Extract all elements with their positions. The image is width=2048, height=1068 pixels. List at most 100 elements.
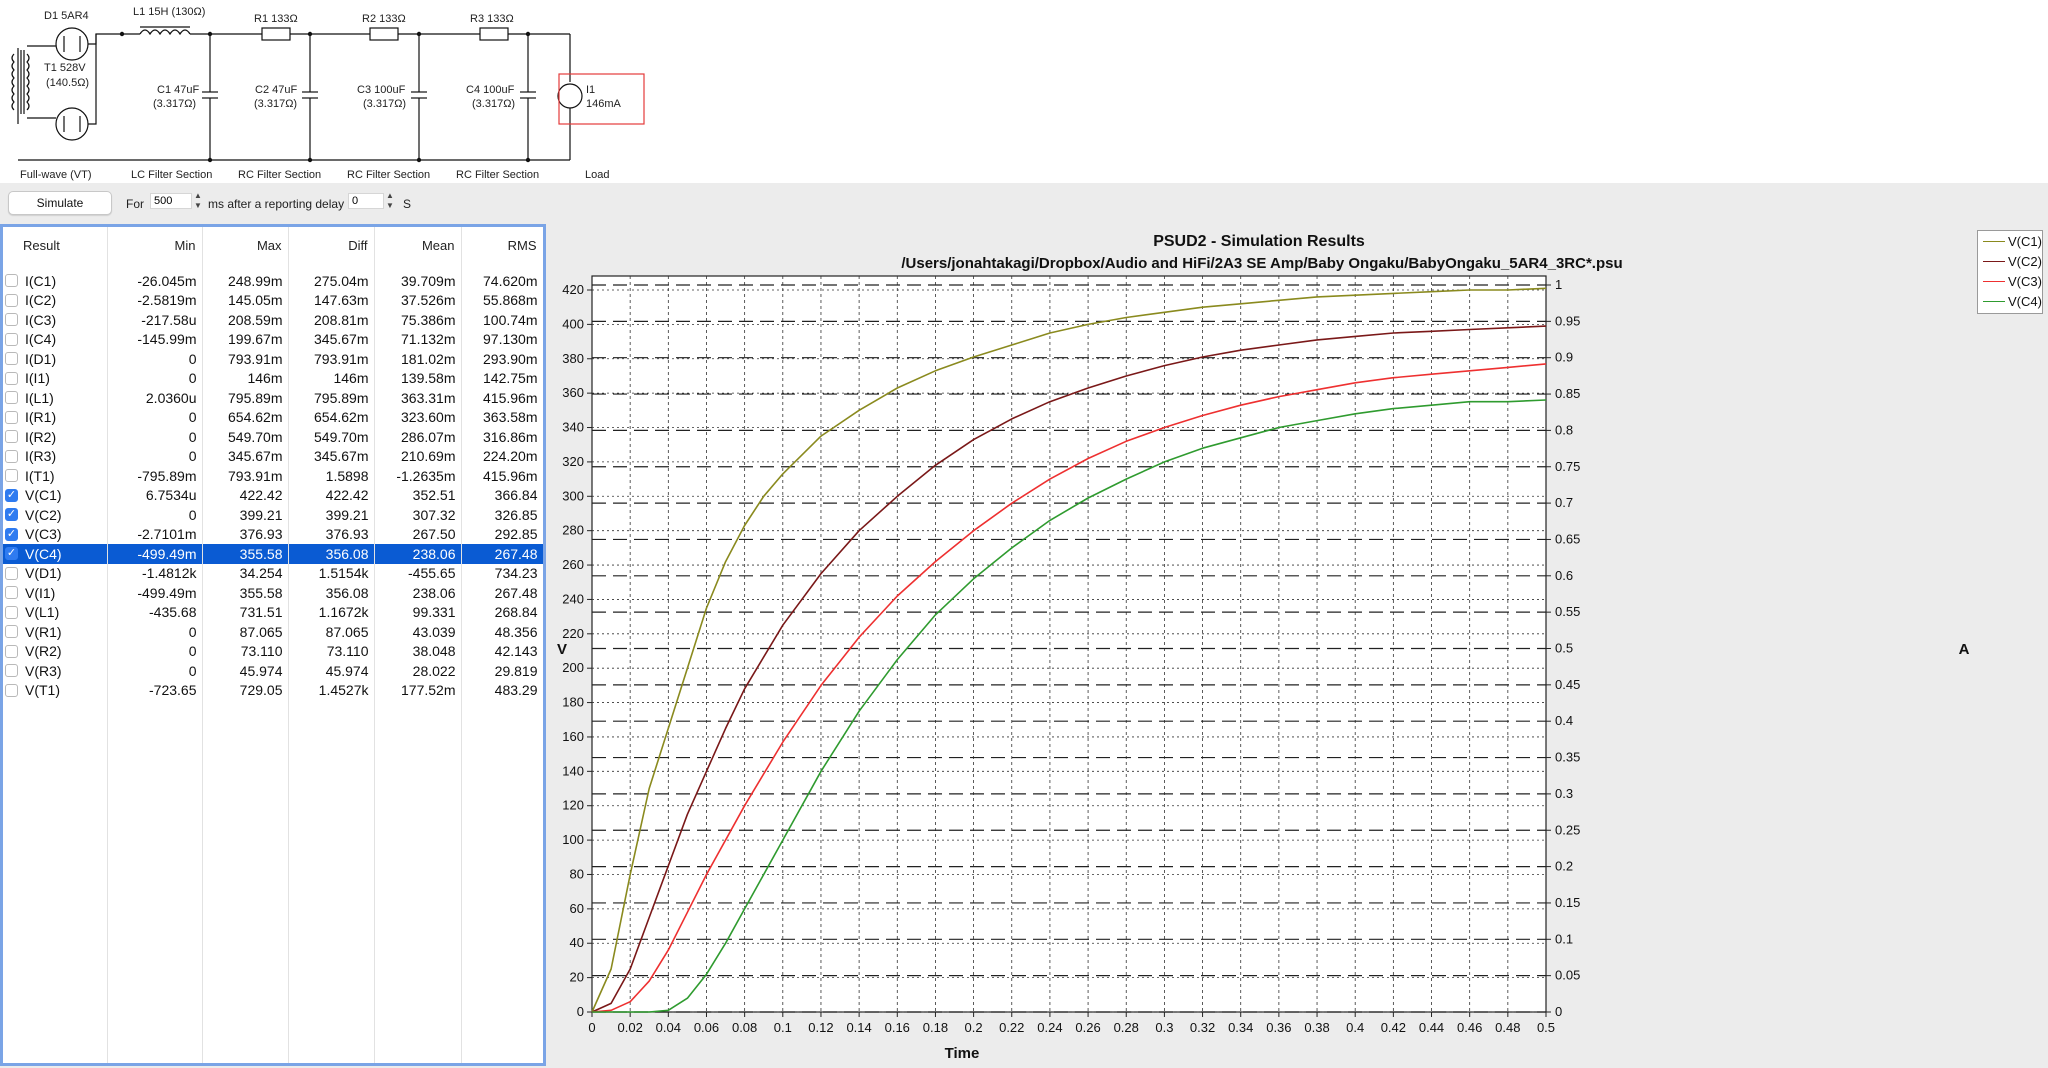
result-diff: 1.1672k [288,602,375,622]
plot-checkbox[interactable] [5,449,18,463]
result-rms: 366.84 [461,485,543,505]
result-name-text: V(R1) [25,623,62,640]
c3-resistance: (3.317Ω) [363,98,406,110]
i1-value: 146mA [586,98,622,110]
delay-stepper[interactable]: ▲ ▼ [384,191,396,213]
result-min: -499.49m [107,544,203,564]
duration-input[interactable] [150,193,192,209]
result-row-vc2[interactable]: ✓ V(C2) 0 399.21 399.21 307.32 326.85 [3,505,543,525]
result-row-ic2[interactable]: I(C2) -2.5819m 145.05m 147.63m 37.526m 55.868… [3,290,543,310]
results-panel[interactable]: Result Min Max Diff Mean RMS I(C1) -26.04… [0,224,546,1066]
result-row-ii1[interactable]: I(I1) 0 146m 146m 139.58m 142.75m [3,368,543,388]
column-header-rms[interactable]: RMS [461,227,543,263]
plot-checkbox[interactable] [5,469,18,482]
result-mean: -455.65 [374,563,462,583]
circuit-schematic[interactable]: D1 5AR4 T1 528V (140.5Ω) L1 15H (130Ω) R… [0,0,2048,183]
result-row-il1[interactable]: I(L1) 2.0360u 795.89m 795.89m 363.31m 415.96m [3,388,543,408]
y-tick-label: 240 [562,591,584,606]
plot-checkbox[interactable] [5,410,18,424]
result-row-ic1[interactable]: I(C1) -26.045m 248.99m 275.04m 39.709m 74.620… [3,271,543,291]
y2-tick-label: 0.8 [1555,422,1573,437]
result-name: V(R2) [3,641,108,661]
plot-checkbox[interactable] [5,371,18,385]
plot-checkbox[interactable] [5,430,18,443]
plot-checkbox[interactable] [5,352,18,365]
plot-checkbox[interactable]: ✓ [5,547,18,560]
plot-checkbox[interactable] [5,644,18,658]
result-row-vr1[interactable]: V(R1) 0 87.065 87.065 43.039 48.356 [3,622,543,642]
result-mean: 38.048 [374,641,462,661]
r3-label: R3 133Ω [470,13,514,25]
plot-frame [591,275,1547,1013]
y2-tick-label: 0.75 [1555,459,1580,474]
result-row-vc1[interactable]: ✓ V(C1) 6.7534u 422.42 422.42 352.51 366.84 [3,485,543,505]
duration-stepper[interactable]: ▲ ▼ [192,191,204,213]
column-header-result[interactable]: Result [3,227,108,263]
plot-checkbox[interactable] [5,313,18,326]
result-mean: 238.06 [374,544,462,564]
result-row-id1[interactable]: I(D1) 0 793.91m 793.91m 181.02m 293.90m [3,349,543,369]
x-tick-label: 0 [588,1020,595,1035]
result-name: I(R2) [3,427,108,447]
plot-checkbox[interactable]: ✓ [5,488,18,502]
result-name-text: I(D1) [25,350,57,367]
x-tick-label: 0.42 [1381,1020,1406,1035]
result-diff: 399.21 [288,505,375,525]
result-row-vc3[interactable]: ✓ V(C3) -2.7101m 376.93 376.93 267.50 292.85 [3,524,543,544]
plot-checkbox[interactable] [5,274,18,287]
y-tick-label: 120 [562,798,584,813]
plot-checkbox[interactable] [5,391,18,404]
result-row-ir1[interactable]: I(R1) 0 654.62m 654.62m 323.60m 363.58m [3,407,543,427]
y2-tick-label: 0.4 [1555,713,1573,728]
x-tick-label: 0.22 [999,1020,1024,1035]
result-row-ir2[interactable]: I(R2) 0 549.70m 549.70m 286.07m 316.86m [3,427,543,447]
plot-checkbox[interactable] [5,566,18,580]
result-row-vt1[interactable]: V(T1) -723.65 729.05 1.4527k 177.52m 483.29 [3,680,543,700]
empty-rows [3,700,543,1063]
result-min: -499.49m [107,583,203,603]
result-max: 731.51 [202,602,289,622]
column-header-max[interactable]: Max [202,227,289,263]
result-row-ic3[interactable]: I(C3) -217.58u 208.59m 208.81m 75.386m 100.74… [3,310,543,330]
simulate-button[interactable]: Simulate [8,191,112,215]
column-header-diff[interactable]: Diff [288,227,375,263]
section-lc-filter: LC Filter Section [131,169,212,181]
y-tick-label: 60 [570,901,584,916]
column-header-min[interactable]: Min [107,227,203,263]
delay-input[interactable] [348,193,384,209]
result-max: 793.91m [202,349,289,369]
results-table: Result Min Max Diff Mean RMS I(C1) -26.04… [3,227,543,1063]
column-header-mean[interactable]: Mean [374,227,462,263]
result-row-vr2[interactable]: V(R2) 0 73.110 73.110 38.048 42.143 [3,641,543,661]
result-row-vi1[interactable]: V(I1) -499.49m 355.58 356.08 238.06 267.48 [3,583,543,603]
result-row-it1[interactable]: I(T1) -795.89m 793.91m 1.5898 -1.2635m 415.96… [3,466,543,486]
result-row-vr3[interactable]: V(R3) 0 45.974 45.974 28.022 29.819 [3,661,543,681]
x-tick-label: 0.14 [846,1020,871,1035]
result-row-ir3[interactable]: I(R3) 0 345.67m 345.67m 210.69m 224.20m [3,446,543,466]
plot-checkbox[interactable] [5,625,18,638]
plot-checkbox[interactable] [5,332,18,346]
y-tick-label: 400 [562,316,584,331]
result-row-vd1[interactable]: V(D1) -1.4812k 34.254 1.5154k -455.65 734.23 [3,563,543,583]
result-name-text: I(T1) [25,467,55,484]
plot-checkbox[interactable] [5,586,18,599]
result-mean: 75.386m [374,310,462,330]
t1-resistance: (140.5Ω) [46,77,89,89]
result-name: ✓ V(C1) [3,485,108,505]
plot-checkbox[interactable]: ✓ [5,527,18,541]
plot-checkbox[interactable]: ✓ [5,508,18,521]
result-row-ic4[interactable]: I(C4) -145.99m 199.67m 345.67m 71.132m 97.130… [3,329,543,349]
plot-checkbox[interactable] [5,683,18,697]
result-name: V(R1) [3,622,108,642]
result-row-vl1[interactable]: V(L1) -435.68 731.51 1.1672k 99.331 268.84 [3,602,543,622]
legend-item: V(C2) [1978,251,2042,271]
result-name: I(R3) [3,446,108,466]
result-diff: 1.5154k [288,563,375,583]
plot-checkbox[interactable] [5,605,18,619]
plot-checkbox[interactable] [5,293,18,307]
result-mean: 71.132m [374,329,462,349]
result-row-vc4[interactable]: ✓ V(C4) -499.49m 355.58 356.08 238.06 267.48 [3,544,543,564]
result-min: -2.7101m [107,524,203,544]
y-tick-label: 0 [577,1004,584,1019]
plot-checkbox[interactable] [5,664,18,677]
